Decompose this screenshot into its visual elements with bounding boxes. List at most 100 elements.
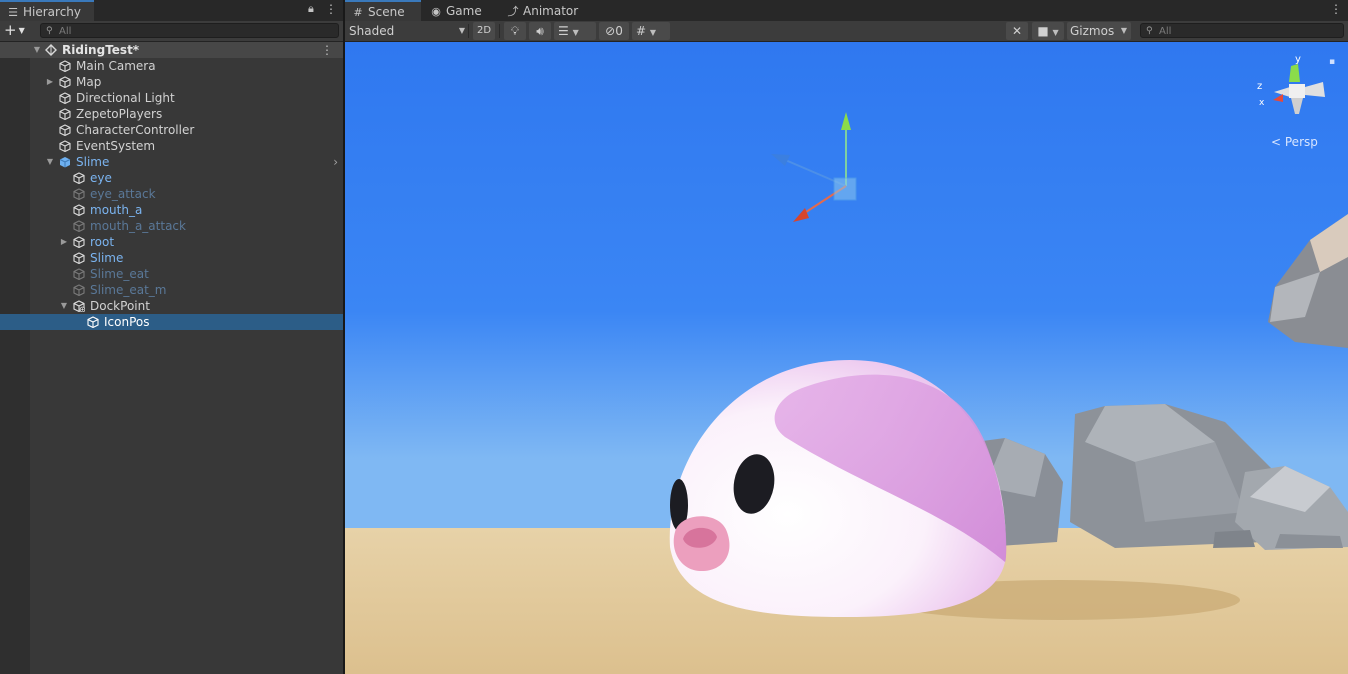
hierarchy-item-map[interactable]: ▶ Map xyxy=(0,74,343,90)
scene-viewport[interactable]: y z x ▪ < Persp xyxy=(345,42,1348,674)
hierarchy-item-mouth-a[interactable]: mouth_a xyxy=(0,202,343,218)
hierarchy-item-dock-point[interactable]: ▼ DockPoint xyxy=(0,298,343,314)
search-icon: ⚲ xyxy=(46,26,53,36)
lighting-toggle-button[interactable]: 💡︎ xyxy=(504,22,526,40)
hierarchy-item-main-camera[interactable]: Main Camera xyxy=(0,58,343,74)
hierarchy-item-root[interactable]: ▶ root xyxy=(0,234,343,250)
hierarchy-item-label: Directional Light xyxy=(76,91,175,105)
tab-animator[interactable]: ⤴ Animator xyxy=(500,0,586,22)
tab-scene[interactable]: # Scene xyxy=(345,0,421,22)
hierarchy-menu-icon[interactable]: ⋮ xyxy=(325,2,337,16)
game-tab-label: Game xyxy=(446,4,482,18)
gizmos-label: Gizmos xyxy=(1070,24,1115,38)
hierarchy-item-label: mouth_a_attack xyxy=(90,219,186,233)
chevron-down-icon: ▼ xyxy=(1052,28,1059,37)
chevron-down-icon: ▼ xyxy=(1120,26,1127,35)
persp-label[interactable]: < Persp xyxy=(1271,135,1318,149)
shading-mode-value: Shaded xyxy=(349,24,395,38)
hierarchy-item-slime[interactable]: ▼ Slime › xyxy=(0,154,343,170)
hierarchy-item-slime-child[interactable]: Slime xyxy=(0,250,343,266)
gameobject-cube-icon xyxy=(59,140,71,152)
hierarchy-item-event-system[interactable]: EventSystem xyxy=(0,138,343,154)
gameobject-cube-icon xyxy=(73,268,85,280)
hierarchy-item-eye[interactable]: eye xyxy=(0,170,343,186)
hierarchy-item-label: Slime_eat_m xyxy=(90,283,167,297)
hierarchy-tree: ▼ RidingTest* ⋮ Main Camera ▶ Map Direct… xyxy=(0,42,343,674)
eye-slash-icon: ⊘ xyxy=(605,24,616,38)
chevron-right-icon[interactable]: › xyxy=(333,154,338,170)
shading-mode-dropdown[interactable]: Shaded ▼ xyxy=(345,21,469,41)
gameobject-cube-icon xyxy=(59,92,71,104)
unity-scene-icon xyxy=(45,44,57,56)
hierarchy-item-label: Slime xyxy=(76,155,110,169)
axis-y-label: y xyxy=(1295,54,1301,65)
toolbar-divider xyxy=(468,24,469,38)
lightbulb-icon: 💡︎ xyxy=(510,24,520,38)
tab-hierarchy[interactable]: ☰ Hierarchy xyxy=(0,0,94,22)
scene-tab-label: Scene xyxy=(368,5,405,19)
plus-icon: + xyxy=(4,21,17,39)
chevron-down-icon: ▼ xyxy=(649,28,657,37)
fold-open-icon[interactable]: ▼ xyxy=(45,154,55,170)
hierarchy-item-label: EventSystem xyxy=(76,139,156,153)
hierarchy-item-label: eye_attack xyxy=(90,187,156,201)
hierarchy-item-slime-eat-m[interactable]: Slime_eat_m xyxy=(0,282,343,298)
gameobject-cube-icon xyxy=(73,204,85,216)
2d-toggle-button[interactable]: 2D xyxy=(473,22,495,40)
scene-search-input[interactable]: ⚲ All xyxy=(1140,23,1344,38)
hierarchy-search-input[interactable]: ⚲ All xyxy=(40,23,339,38)
gameobject-cube-icon xyxy=(73,172,85,184)
hidden-objects-toggle[interactable]: ⊘0 xyxy=(599,22,629,40)
hierarchy-toolbar: + ▼ ⚲ All xyxy=(0,21,343,42)
lock-icon[interactable]: 🔒︎ xyxy=(308,2,314,16)
fold-closed-icon[interactable]: ▶ xyxy=(45,74,55,90)
camera-icon: ■ xyxy=(1037,24,1049,38)
scene-menu-icon[interactable]: ⋮ xyxy=(1330,2,1342,16)
hierarchy-tabbar: ☰ Hierarchy 🔒︎ ⋮ xyxy=(0,0,343,22)
gameobject-cube-icon xyxy=(87,316,99,328)
chevron-down-icon: ▼ xyxy=(572,28,579,37)
scene-panel: # Scene ◉ Game ⤴ Animator ⋮ Shaded ▼ 2D 💡︎ … xyxy=(345,0,1348,674)
layers-icon: ☰ xyxy=(558,24,569,38)
gameobject-cube-icon xyxy=(73,236,85,248)
scene-menu-icon[interactable]: ⋮ xyxy=(321,42,333,58)
grid-dropdown[interactable]: # ▼ xyxy=(632,22,670,40)
orientation-lock-icon[interactable]: ▪ xyxy=(1329,57,1335,67)
tools-button[interactable]: ✕ xyxy=(1006,22,1028,40)
axis-z-label: z xyxy=(1257,81,1262,92)
prefab-cube-icon xyxy=(59,157,71,168)
wrench-icon: ✕ xyxy=(1011,24,1023,38)
scene-row[interactable]: ▼ RidingTest* ⋮ xyxy=(0,42,343,58)
hierarchy-item-label: mouth_a xyxy=(90,203,143,217)
scene-render[interactable]: y z x ▪ < Persp xyxy=(345,42,1348,674)
hierarchy-item-label: CharacterController xyxy=(76,123,195,137)
hash-grid-icon: # xyxy=(353,6,363,19)
chevron-down-icon: ▼ xyxy=(18,26,25,35)
grid-icon: # xyxy=(636,24,647,38)
fold-open-icon[interactable]: ▼ xyxy=(32,42,42,58)
hierarchy-item-slime-eat[interactable]: Slime_eat xyxy=(0,266,343,282)
gizmos-dropdown[interactable]: Gizmos ▼ xyxy=(1067,22,1131,40)
fold-open-icon[interactable]: ▼ xyxy=(59,298,69,314)
hierarchy-item-directional-light[interactable]: Directional Light xyxy=(0,90,343,106)
hierarchy-item-label: Slime xyxy=(90,251,124,265)
hierarchy-item-label: ZepetoPlayers xyxy=(76,107,163,121)
fold-closed-icon[interactable]: ▶ xyxy=(59,234,69,250)
gamepad-icon: ◉ xyxy=(431,5,441,18)
hierarchy-item-label: Map xyxy=(76,75,102,89)
hierarchy-item-zepeto-players[interactable]: ZepetoPlayers xyxy=(0,106,343,122)
hierarchy-item-eye-attack[interactable]: eye_attack xyxy=(0,186,343,202)
hierarchy-tab-label: Hierarchy xyxy=(23,5,82,19)
scene-tabbar: # Scene ◉ Game ⤴ Animator ⋮ xyxy=(345,0,1348,22)
camera-dropdown[interactable]: ■ ▼ xyxy=(1032,22,1064,40)
effects-dropdown[interactable]: ☰ ▼ xyxy=(554,22,596,40)
hierarchy-item-icon-pos[interactable]: IconPos xyxy=(0,314,343,330)
gameobject-cube-icon xyxy=(59,76,71,88)
gameobject-cube-icon xyxy=(73,252,85,264)
tab-game[interactable]: ◉ Game xyxy=(423,0,490,22)
audio-toggle-button[interactable]: 🔊︎ xyxy=(529,22,551,40)
add-button[interactable]: + ▼ xyxy=(4,22,32,40)
hierarchy-item-character-controller[interactable]: CharacterController xyxy=(0,122,343,138)
hierarchy-item-label: Main Camera xyxy=(76,59,156,73)
hierarchy-item-mouth-a-attack[interactable]: mouth_a_attack xyxy=(0,218,343,234)
